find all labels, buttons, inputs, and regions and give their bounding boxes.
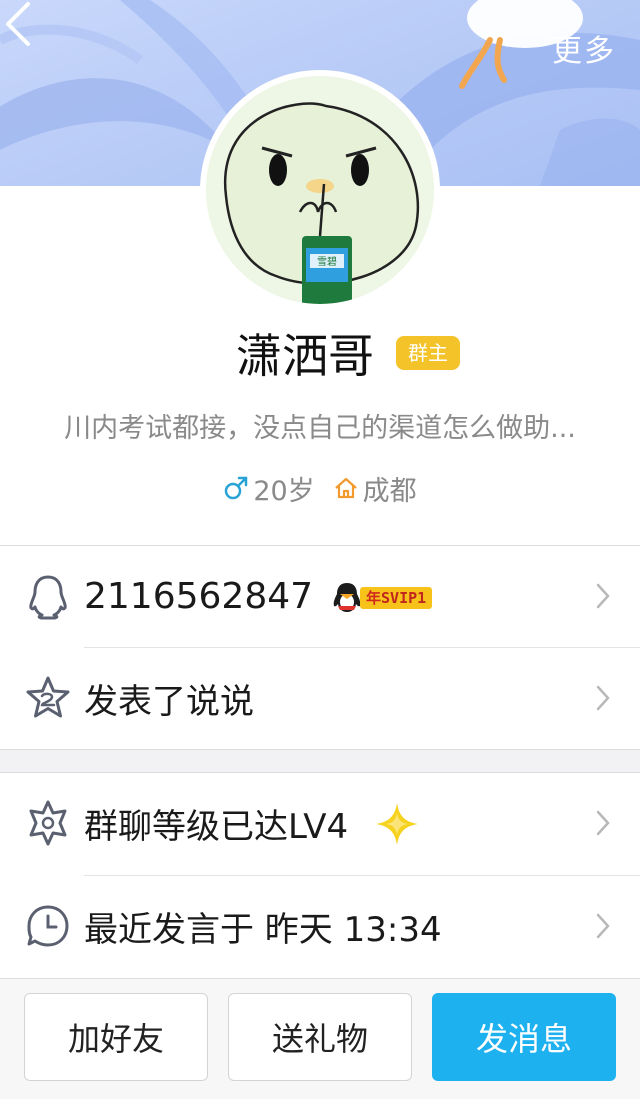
chevron-right-icon bbox=[596, 810, 610, 836]
chevron-right-icon bbox=[596, 583, 610, 609]
avatar[interactable]: 雪碧 bbox=[206, 76, 434, 304]
qq-penguin-icon bbox=[29, 575, 67, 620]
section-gap bbox=[0, 750, 640, 772]
bottom-action-bar: 加好友 送礼物 发消息 bbox=[0, 978, 640, 1099]
last-speak-row[interactable]: 最近发言于 昨天 13:34 bbox=[0, 876, 640, 976]
drink-label: 雪碧 bbox=[317, 256, 337, 268]
qq-number-row[interactable]: 2116562847 年 SVIP1 bbox=[0, 546, 640, 646]
profile-name: 潇洒哥 bbox=[236, 329, 374, 383]
profile-meta: 20岁 成都 bbox=[0, 468, 640, 508]
svip-penguin-icon bbox=[333, 583, 361, 612]
chevron-right-icon bbox=[596, 913, 610, 939]
clock-icon bbox=[27, 905, 69, 947]
svip-prefix: 年 bbox=[366, 589, 382, 607]
role-badge: 群主 bbox=[396, 336, 460, 370]
city-text: 成都 bbox=[362, 475, 417, 507]
home-icon bbox=[334, 477, 357, 499]
male-icon bbox=[225, 476, 248, 500]
age-item: 20岁 bbox=[223, 469, 315, 508]
back-arrow-icon[interactable] bbox=[0, 0, 40, 48]
svip-badge[interactable]: 年 SVIP1 bbox=[330, 580, 433, 616]
city-item: 成都 bbox=[333, 469, 417, 508]
more-button[interactable]: 更多 bbox=[552, 26, 616, 70]
send-message-button[interactable]: 发消息 bbox=[432, 993, 616, 1081]
sparkle-icon bbox=[376, 803, 418, 845]
group-level-label: 群聊等级已达LV4 bbox=[84, 806, 349, 847]
group-level-star-icon bbox=[29, 800, 67, 846]
last-speak-label: 最近发言于 昨天 13:34 bbox=[84, 909, 442, 950]
moments-star-icon bbox=[26, 676, 70, 718]
send-gift-button[interactable]: 送礼物 bbox=[228, 993, 412, 1081]
svip-level: SVIP1 bbox=[381, 589, 427, 607]
age-text: 20岁 bbox=[253, 475, 315, 507]
group-level-row[interactable]: 群聊等级已达LV4 bbox=[0, 773, 640, 873]
chevron-right-icon bbox=[596, 685, 610, 711]
signature-text[interactable]: 川内考试都接，没点自己的渠道怎么做助... bbox=[0, 406, 640, 445]
moments-label: 发表了说说 bbox=[84, 681, 254, 722]
add-friend-button[interactable]: 加好友 bbox=[24, 993, 208, 1081]
moments-row[interactable]: 发表了说说 bbox=[0, 648, 640, 748]
qq-number[interactable]: 2116562847 bbox=[84, 576, 313, 617]
svip-label: 年 SVIP1 bbox=[360, 587, 433, 609]
name-row: 潇洒哥 群主 bbox=[0, 322, 640, 384]
avatar-illustration: 雪碧 bbox=[206, 76, 434, 304]
